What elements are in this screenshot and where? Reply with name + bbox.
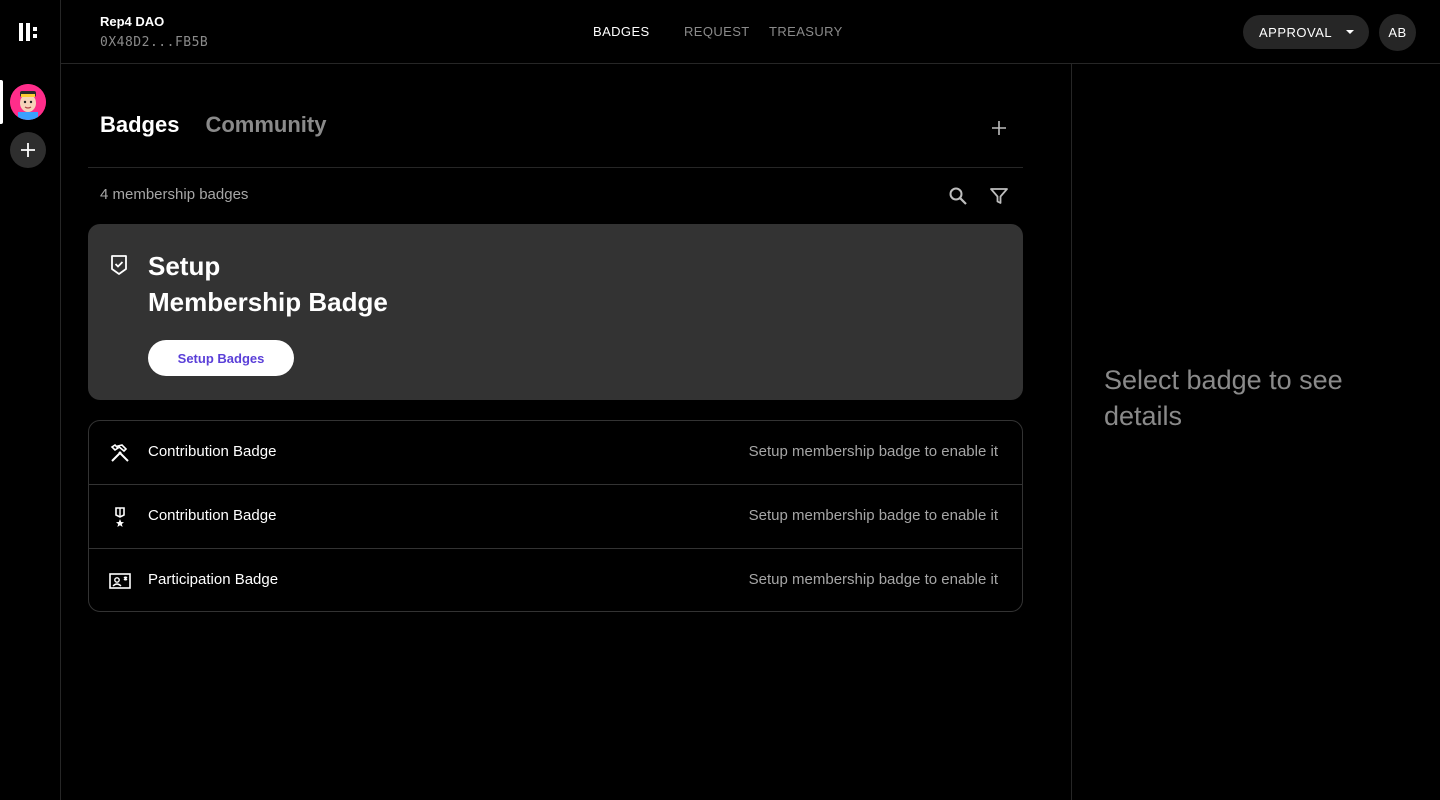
plus-icon [21,143,35,157]
details-panel: Select badge to see details [1071,64,1440,800]
setup-badges-button[interactable]: Setup Badges [148,340,294,376]
filter-icon[interactable] [989,186,1009,206]
nav-request[interactable]: REQUEST [684,24,750,39]
nav-badges[interactable]: BADGES [593,24,650,39]
add-badge-icon[interactable] [989,118,1009,138]
active-indicator [0,80,3,124]
dao-address[interactable]: 0X48D2...FB5B [100,35,208,50]
search-icon[interactable] [948,186,968,206]
badge-row[interactable]: Contribution Badge Setup membership badg… [89,485,1022,549]
shield-check-icon [111,255,127,275]
divider [88,167,1023,168]
dao-avatar[interactable] [10,84,46,120]
approval-label: APPROVAL [1259,24,1333,40]
setup-title-line2: Membership Badge [148,287,388,317]
badge-row[interactable]: Contribution Badge Setup membership badg… [89,421,1022,485]
badge-row[interactable]: Participation Badge Setup membership bad… [89,549,1022,611]
logo-icon[interactable] [19,23,39,41]
caret-down-icon [1346,30,1355,34]
tab-community[interactable]: Community [205,112,326,138]
badge-name: Participation Badge [148,571,279,588]
setup-title: Setup Membership Badge [148,248,388,320]
medal-icon [115,507,125,527]
setup-membership-card: Setup Membership Badge Setup Badges [88,224,1023,400]
setup-title-line1: Setup [148,251,221,281]
badge-hint: Setup membership badge to enable it [748,507,998,524]
approval-dropdown[interactable]: APPROVAL [1243,15,1369,49]
nav-treasury[interactable]: TREASURY [769,24,843,39]
top-bar: Rep4 DAO 0X48D2...FB5B BADGES REQUEST TR… [61,0,1440,64]
dao-name: Rep4 DAO [100,14,165,29]
tab-bar: Badges Community [100,112,326,138]
tools-icon [110,443,129,462]
badge-name: Contribution Badge [148,443,277,460]
details-placeholder: Select badge to see details [1104,365,1343,431]
badge-hint: Setup membership badge to enable it [748,571,998,588]
badge-hint: Setup membership badge to enable it [748,443,998,460]
add-dao-button[interactable] [10,132,46,168]
badge-count: 4 membership badges [100,186,249,203]
tab-badges[interactable]: Badges [100,112,179,138]
id-card-icon [109,573,131,589]
avatar-image [10,84,46,120]
left-rail [0,0,61,800]
badge-list: Contribution Badge Setup membership badg… [88,420,1023,612]
user-avatar[interactable]: AB [1379,14,1416,51]
badge-name: Contribution Badge [148,507,277,524]
